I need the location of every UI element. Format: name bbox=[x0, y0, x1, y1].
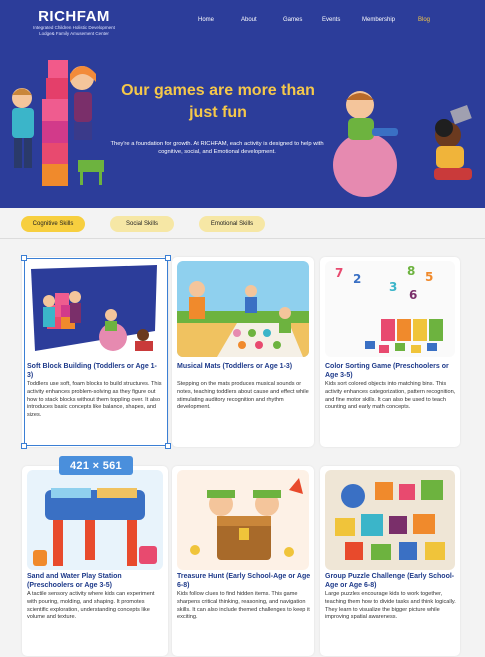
svg-text:8: 8 bbox=[407, 264, 415, 278]
card-title: Group Puzzle Challenge (Early School-Age… bbox=[325, 573, 455, 589]
tab-social-skills[interactable]: Social Skills bbox=[110, 216, 174, 232]
logo-title: RICHFAM bbox=[38, 8, 110, 25]
svg-text:2: 2 bbox=[353, 272, 361, 286]
activity-card[interactable]: 7 2 8 5 3 6 Color Sorting Game (Preschoo… bbox=[320, 257, 460, 447]
tab-emotional-skills[interactable]: Emotional Skills bbox=[199, 216, 265, 232]
color-sorting-photo: 7 2 8 5 3 6 bbox=[325, 261, 455, 357]
nav-membership[interactable]: Membership bbox=[362, 17, 395, 23]
card-title: Treasure Hunt (Early School-Age or Age 6… bbox=[177, 573, 311, 589]
card-description: Toddlers use soft, foam blocks to build … bbox=[27, 381, 162, 419]
card-description: Stepping on the mats produces musical so… bbox=[177, 381, 309, 411]
svg-text:6: 6 bbox=[409, 288, 417, 302]
card-description: Kids follow clues to find hidden items. … bbox=[177, 591, 310, 621]
divider bbox=[0, 238, 485, 239]
svg-text:3: 3 bbox=[389, 280, 397, 294]
musical-mats-illustration bbox=[177, 261, 309, 357]
puzzle-pieces-photo bbox=[325, 470, 455, 570]
logo-subtitle: Integrated Children Holistic Development… bbox=[33, 25, 115, 36]
nav-games[interactable]: Games bbox=[283, 17, 302, 23]
dimensions-badge: 421 × 561 bbox=[59, 456, 133, 475]
headline-line-1: Our games are more than bbox=[121, 82, 315, 99]
activity-card[interactable]: Soft Block Building (Toddlers or Age 1-3… bbox=[22, 257, 168, 447]
activity-card[interactable]: Treasure Hunt (Early School-Age or Age 6… bbox=[172, 466, 314, 656]
card-title: Sand and Water Play Station (Preschooler… bbox=[27, 573, 122, 589]
activity-card[interactable]: Sand and Water Play Station (Preschooler… bbox=[22, 466, 168, 656]
card-description: Large puzzles encourage kids to work tog… bbox=[325, 591, 456, 621]
skill-tabs: Cognitive Skills Social Skills Emotional… bbox=[0, 216, 485, 236]
hero-headline: Our games are more than just fun bbox=[118, 80, 318, 124]
nav-blog[interactable]: Blog bbox=[418, 17, 430, 23]
svg-text:7: 7 bbox=[335, 266, 343, 280]
card-description: Kids sort colored objects into matching … bbox=[325, 381, 456, 411]
card-title: Color Sorting Game (Preschoolers or Age … bbox=[325, 363, 449, 379]
hero-banner: RICHFAM Integrated Children Holistic Dev… bbox=[0, 0, 485, 208]
soft-blocks-illustration bbox=[27, 261, 163, 359]
nav-home[interactable]: Home bbox=[198, 17, 214, 23]
activity-card[interactable]: Musical Mats (Toddlers or Age 1-3) Stepp… bbox=[172, 257, 314, 447]
logo[interactable]: RICHFAM Integrated Children Holistic Dev… bbox=[28, 8, 120, 36]
svg-text:5: 5 bbox=[425, 270, 433, 284]
nav-about[interactable]: About bbox=[241, 17, 257, 23]
card-description: A tactile sensory activity where kids ca… bbox=[27, 591, 155, 621]
card-title: Soft Block Building (Toddlers or Age 1-3… bbox=[27, 363, 157, 379]
card-title: Musical Mats (Toddlers or Age 1-3) bbox=[177, 363, 293, 370]
treasure-hunt-illustration bbox=[177, 470, 309, 570]
activity-card[interactable]: Group Puzzle Challenge (Early School-Age… bbox=[320, 466, 460, 656]
nav-events[interactable]: Events bbox=[322, 17, 340, 23]
headline-line-2: just fun bbox=[189, 104, 247, 121]
tab-cognitive-skills[interactable]: Cognitive Skills bbox=[21, 216, 85, 232]
hero-subtext: They're a foundation for growth. At RICH… bbox=[110, 141, 324, 155]
sand-water-table-photo bbox=[27, 470, 163, 570]
